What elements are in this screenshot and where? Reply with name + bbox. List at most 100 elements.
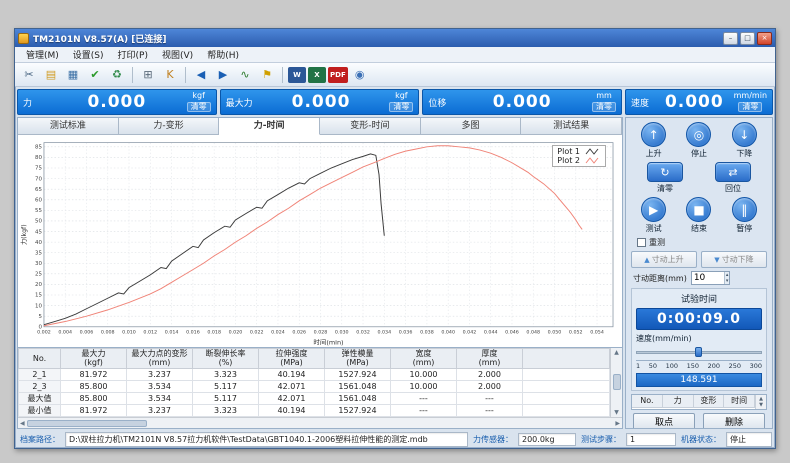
results-hscrollbar[interactable]: ◀ ▶ — [18, 417, 622, 428]
down-button-label: 下降 — [736, 148, 752, 159]
speed-clear-button[interactable]: 清零 — [738, 102, 762, 113]
jog-up-label: 寸动上升 — [652, 254, 684, 265]
scrollbar-thumb[interactable] — [613, 374, 621, 390]
svg-text:45: 45 — [35, 229, 42, 235]
menu-item[interactable]: 管理(M) — [19, 47, 66, 62]
scroll-down-icon[interactable]: ▼ — [759, 402, 763, 408]
legend-line-sample — [585, 156, 601, 165]
key-icon[interactable]: K — [160, 65, 180, 84]
prev-curve-icon[interactable]: ◀ — [191, 65, 211, 84]
menu-item[interactable]: 帮助(H) — [200, 47, 246, 62]
displacement-clear-button[interactable]: 清零 — [592, 102, 616, 113]
open-folder-icon[interactable]: ▤ — [41, 65, 61, 84]
down-button[interactable]: ↓ — [732, 122, 757, 147]
results-vscrollbar[interactable]: ▲ ▼ — [610, 348, 622, 417]
results-cell: 3.237 — [127, 369, 193, 381]
svg-text:0.024: 0.024 — [271, 330, 285, 336]
scroll-left-icon[interactable]: ◀ — [20, 420, 25, 427]
curve-icon[interactable]: ∿ — [235, 65, 255, 84]
scroll-up-icon[interactable]: ▲ — [614, 349, 619, 356]
save-icon[interactable]: ▦ — [63, 65, 83, 84]
svg-text:65: 65 — [35, 187, 42, 193]
results-row[interactable]: 2_181.9723.2373.32340.1941527.92410.0002… — [19, 369, 610, 381]
display-row: 力0.000kgf清零最大力0.000kgf清零位移0.000mm清零速度0.0… — [15, 87, 775, 117]
results-column-header: 最大力点的变形(mm) — [127, 348, 193, 368]
results-row[interactable]: 最大值85.8003.5345.11742.0711561.048------ — [19, 393, 610, 405]
title-bar[interactable]: TM2101N V8.57(A) [已连接] –□× — [15, 29, 775, 47]
menu-item[interactable]: 设置(S) — [66, 47, 111, 62]
jog-distance-stepper: ▴▾ — [691, 271, 731, 285]
point-table-scrollbar[interactable]: ▲▼ — [755, 395, 766, 409]
word-export-icon[interactable]: W — [288, 67, 306, 83]
slider-thumb[interactable] — [695, 347, 702, 357]
end-button-label: 结束 — [691, 223, 707, 234]
scale-tick: 200 — [708, 362, 720, 370]
chart-area: 05101520253035404550556065707580850.0020… — [18, 135, 622, 347]
snapshot-icon[interactable]: ◉ — [350, 65, 370, 84]
tab-测试结果[interactable]: 测试结果 — [521, 118, 622, 135]
verify-icon[interactable]: ✔ — [85, 65, 105, 84]
results-cell: 10.000 — [391, 369, 457, 381]
pick-point-button[interactable]: 取点 — [633, 413, 695, 429]
scrollbar-thumb[interactable] — [27, 420, 147, 427]
cut-icon[interactable]: ✂ — [19, 65, 39, 84]
force-clear-button[interactable]: 清零 — [187, 102, 211, 113]
clear-button[interactable]: ↻ — [647, 162, 683, 182]
speed-slider[interactable] — [636, 347, 762, 357]
svg-text:40: 40 — [35, 240, 43, 246]
results-cell: --- — [457, 393, 523, 405]
peak-force-clear-button[interactable]: 清零 — [389, 102, 413, 113]
delete-icon[interactable]: ♻ — [107, 65, 127, 84]
results-column-header: 最大力(kgf) — [61, 348, 127, 368]
scroll-right-icon[interactable]: ▶ — [615, 420, 620, 427]
retest-checkbox[interactable] — [637, 238, 646, 247]
tab-变形-时间[interactable]: 变形-时间 — [320, 118, 421, 135]
pdf-export-icon[interactable]: PDF — [328, 67, 348, 83]
tab-测试标准[interactable]: 测试标准 — [18, 118, 119, 135]
svg-text:0.034: 0.034 — [377, 330, 391, 336]
menu-item[interactable]: 打印(P) — [111, 47, 155, 62]
results-row[interactable]: 最小值81.9723.2373.32340.1941527.924------ — [19, 405, 610, 417]
main-content: 测试标准力-变形力-时间变形-时间多图测试结果 0510152025303540… — [15, 117, 775, 431]
tab-力-时间[interactable]: 力-时间 — [219, 118, 320, 135]
jog-up-button[interactable]: ▲寸动上升 — [631, 251, 697, 268]
menu-item[interactable]: 视图(V) — [155, 47, 200, 62]
jog-distance-input[interactable] — [692, 272, 724, 284]
up-button[interactable]: ↑ — [641, 122, 666, 147]
excel-export-icon[interactable]: X — [308, 67, 326, 83]
next-curve-icon[interactable]: ▶ — [213, 65, 233, 84]
calculator-icon[interactable]: ⊞ — [138, 65, 158, 84]
point-table-column: 时间 — [724, 395, 755, 407]
svg-text:0.014: 0.014 — [165, 330, 179, 336]
flag-icon[interactable]: ⚑ — [257, 65, 277, 84]
results-row[interactable]: 2_385.8003.5345.11742.0711561.04810.0002… — [19, 381, 610, 393]
svg-text:0.012: 0.012 — [143, 330, 157, 336]
close-button[interactable]: × — [757, 32, 772, 45]
svg-text:55: 55 — [35, 208, 42, 214]
jog-down-button[interactable]: ▼寸动下降 — [701, 251, 767, 268]
results-cell: 2.000 — [457, 369, 523, 381]
test-button[interactable]: ▶ — [641, 197, 666, 222]
pause-button[interactable]: ‖ — [732, 197, 757, 222]
peak-force-unit: kgf — [395, 92, 408, 101]
return-button-label: 回位 — [725, 183, 741, 194]
spinner-down-icon[interactable]: ▾ — [726, 278, 729, 284]
end-button[interactable]: ■ — [686, 197, 711, 222]
stop-button[interactable]: ◎ — [686, 122, 711, 147]
tab-力-变形[interactable]: 力-变形 — [119, 118, 220, 135]
tab-多图[interactable]: 多图 — [421, 118, 522, 135]
return-button[interactable]: ⇄ — [715, 162, 751, 182]
svg-text:0.020: 0.020 — [229, 330, 243, 336]
window-controls: –□× — [723, 32, 772, 45]
scroll-down-icon[interactable]: ▼ — [614, 409, 619, 416]
results-cell: 3.534 — [127, 381, 193, 393]
minimize-button[interactable]: – — [723, 32, 738, 45]
results-cell: 3.534 — [127, 393, 193, 405]
delete-point-button[interactable]: 删除 — [703, 413, 765, 429]
point-table-column: 变形 — [694, 395, 725, 407]
svg-text:85: 85 — [35, 145, 42, 151]
maximize-button[interactable]: □ — [740, 32, 755, 45]
legend-label: Plot 2 — [557, 156, 580, 165]
stop-button-label: 停止 — [691, 148, 707, 159]
force-unit: kgf — [192, 92, 205, 101]
